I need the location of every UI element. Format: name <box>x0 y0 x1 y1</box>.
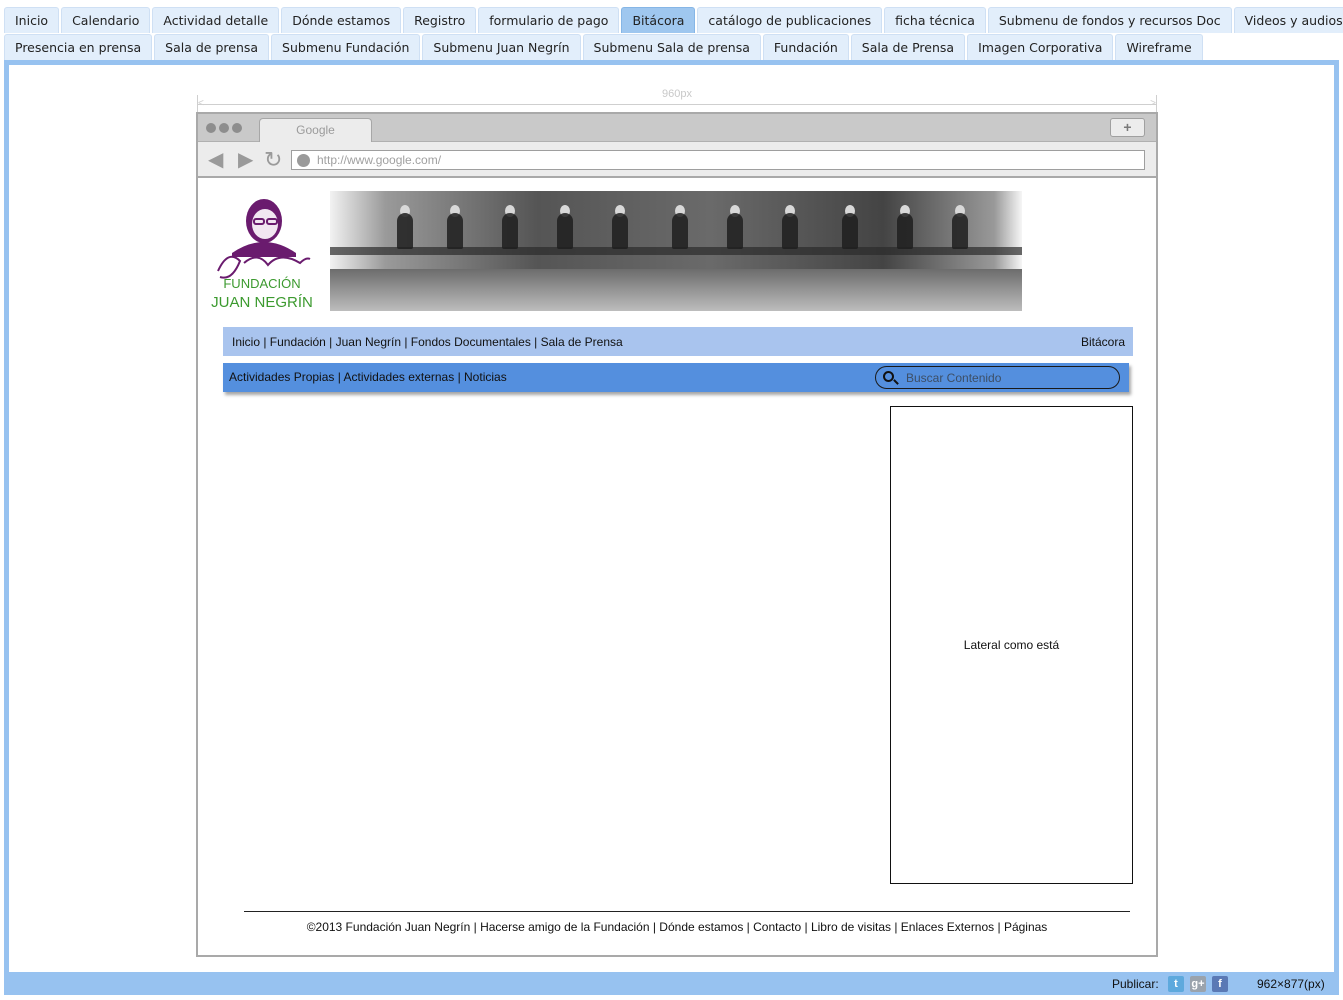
page-tab[interactable]: formulario de pago <box>478 7 620 33</box>
page-tab[interactable]: Inicio <box>4 7 60 33</box>
page-tab[interactable]: Actividad detalle <box>152 7 280 33</box>
canvas: 960px < > Google + ◀ ▶ ↻ http://www.goog… <box>9 65 1334 972</box>
site-header: FUNDACIÓN JUAN NEGRÍN <box>210 191 1150 313</box>
page-tabs-row-1: Inicio Calendario Actividad detalle Dónde e… <box>4 7 1343 33</box>
back-arrow-icon[interactable]: ◀ <box>208 150 223 170</box>
page-tab[interactable]: Registro <box>403 7 477 33</box>
main-nav-bitacora-link[interactable]: Bitácora <box>1081 335 1125 349</box>
google-plus-icon[interactable]: g+ <box>1190 976 1206 992</box>
sub-nav: Actividades Propias | Actividades extern… <box>223 363 1129 392</box>
search-box <box>875 366 1120 389</box>
page-tab[interactable]: Presencia en prensa <box>4 34 153 60</box>
page-tab[interactable]: Sala de prensa <box>154 34 270 60</box>
search-icon[interactable] <box>883 371 894 382</box>
main-nav: Inicio | Fundación | Juan Negrín | Fondo… <box>223 327 1133 356</box>
page-dimensions: 962×877(px) <box>1257 977 1325 991</box>
page-tab[interactable]: Submenu Fundación <box>271 34 421 60</box>
page-tabs-row-2: Presencia en prensa Sala de prensa Submenu… <box>4 34 1203 60</box>
ruler-line <box>197 104 1157 105</box>
sub-nav-links[interactable]: Actividades Propias | Actividades extern… <box>229 370 507 384</box>
window-dot-icon[interactable] <box>219 123 229 133</box>
window-controls <box>206 123 242 133</box>
page-tab[interactable]: Sala de Prensa <box>850 34 966 60</box>
page-tab[interactable]: Bitácora <box>621 7 696 33</box>
width-ruler: 960px < > <box>197 85 1157 113</box>
footer-links[interactable]: ©2013 Fundación Juan Negrín | Hacerse am… <box>198 920 1156 934</box>
browser-mockup: Google + ◀ ▶ ↻ http://www.google.com/ FU… <box>196 112 1158 957</box>
canvas-frame: 960px < > Google + ◀ ▶ ↻ http://www.goog… <box>4 60 1339 995</box>
window-dot-icon[interactable] <box>232 123 242 133</box>
browser-tab[interactable]: Google <box>259 118 372 142</box>
address-url: http://www.google.com/ <box>317 153 442 167</box>
page-tab[interactable]: Calendario <box>61 7 151 33</box>
forward-arrow-icon[interactable]: ▶ <box>238 150 253 170</box>
fundacion-logo[interactable]: FUNDACIÓN JUAN NEGRÍN <box>210 191 315 311</box>
page-tab[interactable]: Fundación <box>762 34 849 60</box>
page-tab[interactable]: Submenu Sala de prensa <box>582 34 761 60</box>
header-banner-image <box>330 191 1022 311</box>
window-dot-icon[interactable] <box>206 123 216 133</box>
page-tab[interactable]: Wireframe <box>1115 34 1203 60</box>
status-bar: Publicar: t g+ f 962×877(px) <box>4 972 1339 995</box>
ruler-label: 960px <box>662 88 692 100</box>
browser-titlebar: Google + <box>198 114 1156 142</box>
ruler-arrow-right-icon: > <box>1150 98 1156 109</box>
reload-icon[interactable]: ↻ <box>264 149 282 171</box>
page-tab[interactable]: Videos y audios <box>1233 7 1343 33</box>
address-bar[interactable]: http://www.google.com/ <box>291 150 1145 170</box>
globe-icon <box>297 154 310 167</box>
sidebar-placeholder: Lateral como está <box>890 406 1133 884</box>
page-tab[interactable]: Dónde estamos <box>281 7 402 33</box>
page-tab[interactable]: catálogo de publicaciones <box>697 7 883 33</box>
new-tab-button[interactable]: + <box>1110 118 1145 137</box>
page-tab[interactable]: Submenu de fondos y recursos Doc <box>987 7 1232 33</box>
page-tab[interactable]: Submenu Juan Negrín <box>422 34 581 60</box>
page-tab[interactable]: Imagen Corporativa <box>967 34 1114 60</box>
logo-line1: FUNDACIÓN <box>223 276 300 291</box>
footer-divider <box>244 911 1130 912</box>
sidebar-placeholder-text: Lateral como está <box>963 638 1060 652</box>
facebook-icon[interactable]: f <box>1212 976 1228 992</box>
search-input[interactable] <box>906 369 1106 386</box>
publish-label: Publicar: <box>1112 977 1159 991</box>
page-tab[interactable]: ficha técnica <box>884 7 986 33</box>
ruler-tick-right <box>1156 95 1157 113</box>
main-nav-links[interactable]: Inicio | Fundación | Juan Negrín | Fondo… <box>232 335 623 349</box>
twitter-icon[interactable]: t <box>1168 976 1184 992</box>
browser-toolbar: ◀ ▶ ↻ http://www.google.com/ <box>198 142 1156 178</box>
ruler-arrow-left-icon: < <box>198 98 204 109</box>
logo-line2: JUAN NEGRÍN <box>211 294 313 311</box>
